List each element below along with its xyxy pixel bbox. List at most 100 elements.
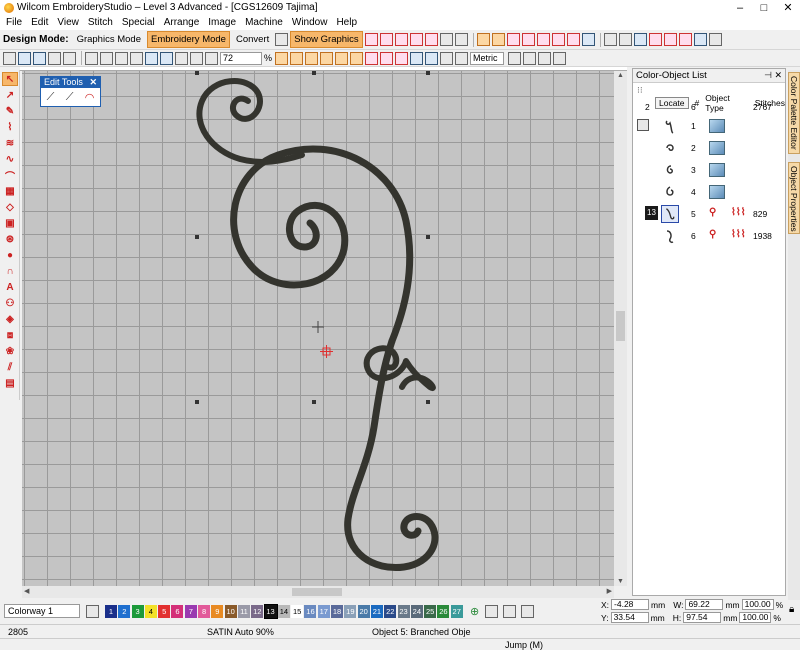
color-swatch[interactable]: 8 [198,604,211,618]
pull-comp-icon[interactable] [491,33,505,46]
object-row[interactable]: 1 [633,115,785,137]
color-swatch[interactable]: 14 [277,604,290,618]
selection-handle[interactable] [195,400,199,404]
knife-icon[interactable]: ⟋ [47,91,55,104]
selection-handle[interactable] [426,71,430,75]
node-icon[interactable]: ⊛ [2,232,18,246]
width-field[interactable]: 69.22 [685,599,724,610]
show-grid-icon[interactable] [678,33,692,46]
zigzag-icon[interactable] [409,33,423,46]
tie-in-icon[interactable] [521,33,535,46]
convert-button[interactable]: Convert [232,31,273,48]
color-swatch[interactable]: 15 [291,604,304,618]
hoop-icon[interactable] [538,51,552,65]
height-field[interactable]: 97.54 [683,612,722,623]
horizontal-scrollbar[interactable]: ◀ ▶ [22,586,614,598]
color-swatch[interactable]: 3 [131,604,144,618]
frame-icon[interactable]: ⧈ [2,328,18,342]
fill-icon[interactable] [424,33,438,46]
shape-icon[interactable] [566,33,580,46]
measure-icon[interactable] [508,51,522,65]
minimize-button[interactable]: – [728,2,752,14]
column-icon[interactable] [335,51,349,65]
add-color-icon[interactable]: ⊕ [470,605,479,618]
color-swatch[interactable]: 17 [317,604,330,618]
width-percent-field[interactable]: 100.00 [741,599,774,610]
color-swatch[interactable]: 24 [410,604,423,618]
tie-off-icon[interactable] [536,33,550,46]
paste-icon[interactable] [115,51,128,65]
triple-run-icon[interactable] [350,51,364,65]
graphics-mode-button[interactable]: Graphics Mode [73,31,145,48]
fill-icon[interactable]: ▦ [2,184,18,198]
circle-icon[interactable]: ● [2,248,18,262]
grid-icon[interactable] [439,33,453,46]
stitch-icon[interactable] [275,51,289,65]
digitize-pen-icon[interactable]: ✎ [2,104,18,118]
show-graphics-button[interactable]: Show Graphics [290,31,363,48]
edit-nodes-icon[interactable]: ⟋ [66,91,74,104]
select-arrow-icon[interactable]: ↖ [2,72,18,86]
color-swatch[interactable]: 23 [397,604,410,618]
color-swatch[interactable]: 1 [105,604,117,618]
lock-proportions-icon[interactable]: 🔒︎ [789,604,794,615]
scroll-down-icon[interactable]: ▼ [617,578,624,585]
appliqué-icon[interactable]: ❀ [2,344,18,358]
embroidery-design[interactable] [22,71,614,586]
image-icon[interactable]: ▣ [2,216,18,230]
zoom-field[interactable]: 72 [220,51,262,65]
redo-icon[interactable] [160,51,173,65]
save-icon[interactable] [33,51,46,65]
color-swatch[interactable]: 21 [370,604,383,618]
selection-handle[interactable] [426,400,430,404]
branch-icon[interactable] [581,33,595,46]
run-stitch-icon[interactable]: ⌇ [2,120,18,134]
menu-file[interactable]: File [6,17,22,28]
color-swatch[interactable]: 10 [224,604,237,618]
satin-stitch-icon[interactable]: ≋ [2,136,18,150]
menu-window[interactable]: Window [292,17,328,28]
backtrack-icon[interactable] [380,51,394,65]
view-icon[interactable] [618,33,632,46]
menu-image[interactable]: Image [208,17,236,28]
color-swatch[interactable]: 20 [357,604,370,618]
colorway-tools-icon[interactable] [86,604,99,618]
copy-icon[interactable] [100,51,113,65]
color-swatch[interactable]: 5 [158,604,171,618]
thread-chart-icon[interactable] [503,604,517,618]
stitch-type-icon[interactable] [364,33,378,46]
menu-help[interactable]: Help [336,17,357,28]
color-swatch[interactable]: 4 [144,604,157,618]
column-a-icon[interactable]: ∿ [2,152,18,166]
delete-icon[interactable] [130,51,143,65]
object-row-selected[interactable]: 13 5 ⚲ ⌇⌇⌇ 829 [633,203,785,225]
units-select[interactable]: Metric [470,51,505,65]
selection-handle[interactable] [426,235,430,239]
shape-icon[interactable]: ◇ [2,200,18,214]
color-swatch[interactable]: 26 [437,604,450,618]
scroll-right-icon[interactable]: ▶ [607,587,612,595]
blanket-icon[interactable] [365,51,379,65]
view-3d-icon[interactable] [603,33,617,46]
edit-tools-window[interactable]: Edit Tools ✕ ⟋ ⟋ ◠ [40,76,101,107]
selection-handle[interactable] [312,400,316,404]
menu-special[interactable]: Special [122,17,155,28]
pattern-icon[interactable]: ▤ [2,376,18,390]
show-stitches-icon[interactable] [633,33,647,46]
underlay-icon[interactable] [476,33,490,46]
shape-outline-icon[interactable]: ◈ [2,312,18,326]
menu-stitch[interactable]: Stitch [88,17,113,28]
show-bitmap-icon[interactable] [693,33,707,46]
scroll-left-icon[interactable]: ◀ [24,587,29,595]
color-swatch[interactable]: 13 [263,603,278,619]
scroll-up-icon[interactable]: ▲ [617,72,624,79]
satin-column-icon[interactable] [305,51,319,65]
small-curl-stroke[interactable] [363,345,436,391]
more-icon[interactable] [708,33,722,46]
complex-fill-icon[interactable] [320,51,334,65]
satin-icon[interactable] [379,33,393,46]
lettering-icon[interactable] [410,51,424,65]
team-names-icon[interactable]: ⚇ [2,296,18,310]
ruler-icon[interactable] [523,51,537,65]
object-row[interactable]: 3 [633,159,785,181]
